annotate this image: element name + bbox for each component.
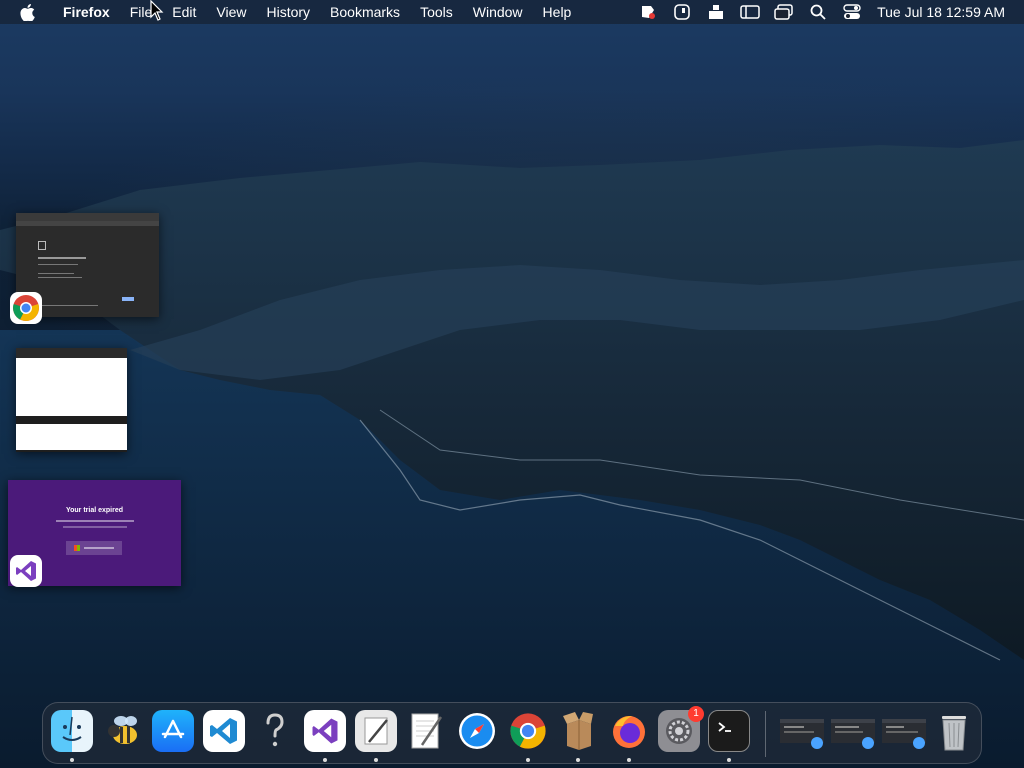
notification-badge: 1 [688, 706, 704, 722]
control-center-icon[interactable] [841, 3, 863, 21]
thumbnail-text-line [84, 547, 114, 549]
thumbnail-content [16, 424, 127, 450]
trial-expired-title: Your trial expired [65, 507, 124, 514]
window-preview-icon [831, 719, 875, 749]
menu-window[interactable]: Window [463, 0, 533, 24]
thumbnail-content [16, 358, 127, 416]
mouse-cursor-icon [150, 0, 164, 21]
sign-in-button [66, 541, 122, 555]
running-indicator [323, 758, 327, 762]
spotlight-search-icon[interactable] [807, 3, 829, 21]
menu-bookmarks[interactable]: Bookmarks [320, 0, 410, 24]
window-preview-icon [882, 719, 926, 749]
vscode-icon [210, 718, 237, 744]
apple-icon[interactable] [19, 3, 35, 21]
white-window-thumbnail[interactable] [16, 348, 127, 452]
status-stacked-windows-icon[interactable] [773, 3, 795, 21]
menu-view[interactable]: View [206, 0, 256, 24]
running-indicator [727, 758, 731, 762]
dock-help[interactable] [254, 710, 296, 752]
dock-system-preferences[interactable]: 1 [658, 706, 704, 752]
running-indicator [374, 758, 378, 762]
dock-safari[interactable] [456, 710, 498, 752]
dock-firefox[interactable] [608, 710, 650, 752]
thumbnail-text-line [56, 520, 134, 522]
thumbnail-text-line [38, 273, 74, 274]
thumbnail-text-line [38, 264, 78, 265]
menu-help[interactable]: Help [533, 0, 582, 24]
dock: 1 [42, 702, 982, 764]
dock-script-editor[interactable] [355, 710, 397, 752]
pen-paper-icon [364, 717, 388, 745]
dock-finder[interactable] [51, 710, 93, 752]
running-indicator [627, 758, 631, 762]
running-indicator [526, 758, 530, 762]
textedit-icon [411, 713, 443, 749]
thumbnail-titlebar [16, 348, 127, 358]
thumbnail-text-line [38, 305, 98, 306]
dock-chrome[interactable] [507, 710, 549, 752]
trash-icon [942, 716, 966, 751]
status-area: Tue Jul 18 12:59 AM [631, 0, 1024, 24]
running-indicator [70, 758, 74, 762]
status-printer-icon[interactable] [705, 3, 727, 21]
desktop-wallpaper [0, 140, 1024, 768]
dock-cyberduck[interactable] [102, 710, 144, 752]
visual-studio-icon [312, 718, 338, 744]
dock-terminal[interactable] [708, 710, 750, 752]
bee-icon [108, 716, 137, 744]
dock-minimized-window-1[interactable] [778, 710, 826, 752]
firefox-icon [613, 716, 645, 748]
thumbnail-doc-icon [38, 241, 46, 250]
window-preview-icon [780, 719, 824, 749]
question-mark-icon [266, 713, 284, 747]
thumbnail-text-line [38, 277, 82, 278]
thumbnail-text-line [38, 257, 86, 259]
safari-icon [459, 713, 495, 749]
status-app-icon[interactable] [637, 3, 659, 21]
dock-minimized-window-2[interactable] [829, 710, 877, 752]
microsoft-logo-icon [74, 545, 80, 551]
dock-trash[interactable] [933, 710, 975, 752]
finder-icon [62, 716, 82, 741]
chrome-icon[interactable] [10, 292, 42, 324]
menu-tools[interactable]: Tools [410, 0, 463, 24]
dock-app-store[interactable] [152, 710, 194, 752]
status-square-icon[interactable] [671, 3, 693, 21]
dock-vscode[interactable] [203, 710, 245, 752]
terminal-icon [718, 722, 731, 732]
thumbnail-text-line [63, 526, 127, 528]
dock-installer[interactable] [557, 710, 599, 752]
dock-visual-studio[interactable] [304, 710, 346, 752]
dock-minimized-window-3[interactable] [880, 710, 928, 752]
thumbnail-toolbar [16, 221, 159, 226]
status-window-list-icon[interactable] [739, 3, 761, 21]
menu-edit[interactable]: Edit [162, 0, 206, 24]
menu-clock[interactable]: Tue Jul 18 12:59 AM [877, 4, 1005, 20]
visual-studio-icon[interactable] [10, 555, 42, 587]
chrome-icon [510, 713, 546, 749]
menu-history[interactable]: History [256, 0, 320, 24]
app-store-icon [161, 719, 185, 739]
dock-textedit[interactable] [405, 710, 447, 752]
dock-separator [765, 711, 766, 757]
thumbnail-titlebar [16, 213, 159, 221]
thumbnail-button [122, 297, 134, 301]
package-box-icon [563, 712, 593, 750]
menu-app-name[interactable]: Firefox [53, 0, 120, 24]
running-indicator [576, 758, 580, 762]
